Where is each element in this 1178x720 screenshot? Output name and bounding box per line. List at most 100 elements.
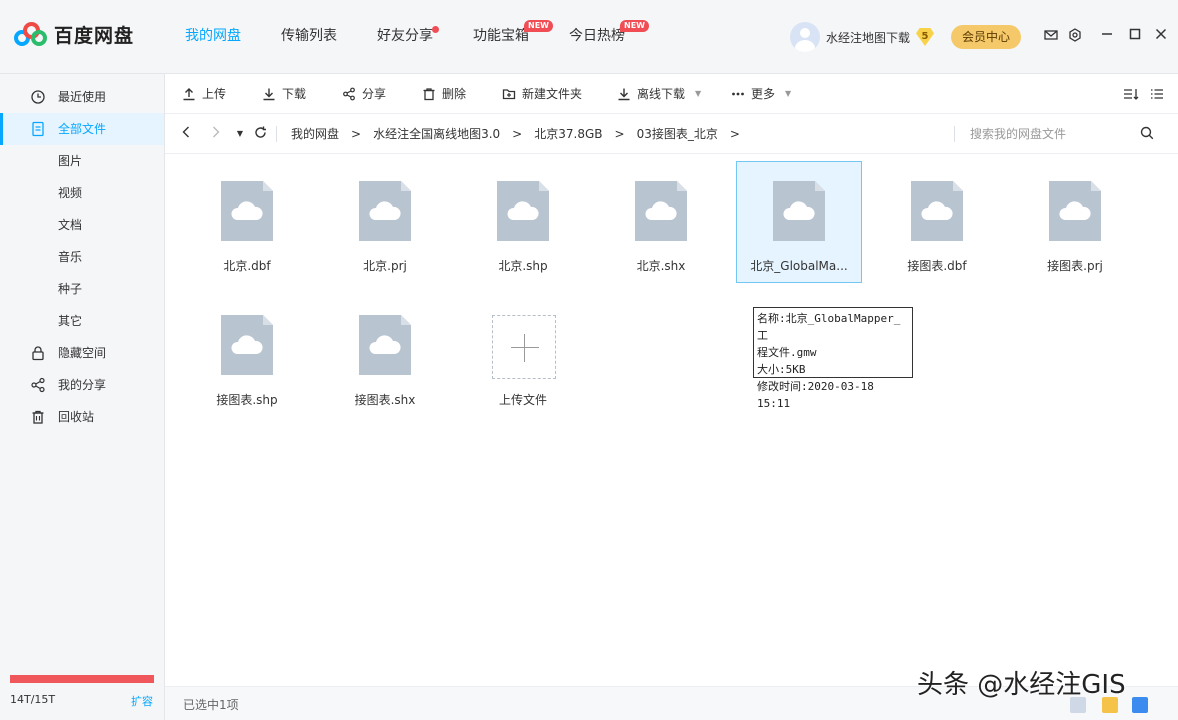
new-folder-icon (502, 89, 516, 100)
nav-transfer-list[interactable]: 传输列表 (281, 0, 337, 74)
sidebar-item-videos[interactable]: 视频 (0, 177, 164, 209)
download-button[interactable]: 下载 (262, 74, 306, 114)
sort-icon[interactable] (1123, 74, 1145, 114)
mail-icon[interactable] (1043, 28, 1059, 44)
plus-icon[interactable] (492, 315, 556, 379)
file-item[interactable]: 北京.shp (460, 161, 586, 283)
file-name: 北京.shx (636, 259, 686, 273)
sidebar-item-hidden-space[interactable]: 隐藏空间 (0, 337, 164, 369)
file-name: 接图表.shp (216, 393, 278, 407)
cloud-file-icon (359, 181, 411, 241)
tooltip-name-line-cont: 程文件.gmw (757, 346, 817, 359)
file-name: 接图表.shx (354, 393, 416, 407)
chevron-right-icon[interactable]: > (730, 114, 740, 154)
sidebar-item-others[interactable]: 其它 (0, 305, 164, 337)
app-logo: 百度网盘 (14, 20, 134, 48)
download-icon (263, 88, 275, 101)
forward-icon[interactable] (208, 126, 224, 142)
maximize-icon[interactable] (1127, 28, 1143, 44)
file-item[interactable]: 接图表.dbf (874, 161, 1000, 283)
sidebar-item-recycle-bin[interactable]: 回收站 (0, 401, 164, 433)
file-name: 接图表.prj (1047, 259, 1103, 273)
sidebar: 最近使用 全部文件 图片 视频 文档 音乐 种子 其它 隐藏空间 我的分享 回收… (0, 74, 165, 720)
storage-usage-text: 14T/15T (10, 693, 56, 706)
file-name: 接图表.dbf (907, 259, 967, 273)
cloud-file-icon (359, 315, 411, 375)
breadcrumb-item[interactable]: 03接图表_北京 (637, 114, 718, 154)
cloud-file-icon (1049, 181, 1101, 241)
chevron-right-icon: > (351, 127, 362, 141)
sidebar-item-my-shares[interactable]: 我的分享 (0, 369, 164, 401)
offline-download-button[interactable]: 离线下载 ▼ (617, 74, 701, 114)
breadcrumb-item[interactable]: 水经注全国离线地图3.0 (373, 114, 500, 154)
more-dots-icon (732, 92, 744, 96)
tooltip-size-line: 大小:5KB (757, 363, 806, 376)
new-folder-button[interactable]: 新建文件夹 (502, 74, 582, 114)
upload-file-tile[interactable]: 上传文件 (460, 295, 586, 417)
lock-tray-icon[interactable] (1132, 697, 1148, 713)
username: 水经注地图下载 (826, 30, 911, 45)
baidu-netdisk-logo-icon (14, 20, 48, 48)
file-item-selected[interactable]: 北京_GlobalMa... (736, 161, 862, 283)
back-icon[interactable] (178, 126, 194, 142)
file-item[interactable]: 北京.dbf (184, 161, 310, 283)
avatar[interactable] (790, 22, 820, 52)
cloud-file-icon (221, 315, 273, 375)
trash-icon (423, 88, 435, 101)
grid-app-icon[interactable] (1070, 697, 1086, 713)
file-item[interactable]: 北京.shx (598, 161, 724, 283)
sidebar-item-documents[interactable]: 文档 (0, 209, 164, 241)
file-tooltip: 名称:北京_GlobalMapper_工 程文件.gmw 大小:5KB 修改时间… (753, 307, 913, 410)
share-icon (343, 87, 355, 101)
search-icon[interactable] (1140, 126, 1156, 142)
dropdown-caret-icon[interactable]: ▼ (785, 74, 791, 114)
nav-friend-share[interactable]: 好友分享 (377, 0, 439, 74)
breadcrumb-item[interactable]: 北京37.8GB (534, 114, 602, 154)
file-name: 北京.dbf (223, 259, 271, 273)
vip-level-badge: 5 (916, 28, 935, 46)
file-item[interactable]: 接图表.shx (322, 295, 448, 417)
user-profile[interactable]: 水经注地图下载 5 (790, 22, 935, 52)
expand-storage-link[interactable]: 扩容 (131, 693, 153, 709)
storage-usage-bar (10, 675, 154, 683)
sidebar-item-images[interactable]: 图片 (0, 145, 164, 177)
file-item[interactable]: 接图表.prj (1012, 161, 1138, 283)
file-item[interactable]: 北京.prj (322, 161, 448, 283)
dropdown-caret-icon[interactable]: ▼ (695, 74, 701, 114)
chevron-right-icon: > (512, 127, 523, 141)
share-button[interactable]: 分享 (342, 74, 386, 114)
file-item[interactable]: 接图表.shp (184, 295, 310, 417)
upload-tray-icon[interactable] (1102, 697, 1118, 713)
nav-hot-list[interactable]: 今日热榜 NEW (569, 0, 649, 74)
breadcrumb-item[interactable]: 我的网盘 (291, 114, 339, 154)
share-icon (31, 377, 45, 393)
upload-button[interactable]: 上传 (182, 74, 226, 114)
more-button[interactable]: 更多 ▼ (731, 74, 791, 114)
cloud-file-icon (221, 181, 273, 241)
sidebar-item-music[interactable]: 音乐 (0, 241, 164, 273)
cloud-file-icon (773, 181, 825, 241)
sidebar-item-all-files[interactable]: 全部文件 (0, 113, 164, 145)
nav-toolbox[interactable]: 功能宝箱 NEW (473, 0, 553, 74)
list-view-icon[interactable] (1150, 74, 1170, 114)
sidebar-item-torrents[interactable]: 种子 (0, 273, 164, 305)
minimize-icon[interactable] (1099, 28, 1115, 44)
nav-my-netdisk[interactable]: 我的网盘 (185, 0, 241, 74)
vip-center-button[interactable]: 会员中心 (951, 25, 1021, 49)
upload-icon (183, 88, 195, 101)
file-toolbar: 上传 下载 分享 删除 新建文件夹 离线下载 ▼ 更多 ▼ (165, 74, 1178, 114)
settings-icon[interactable] (1067, 28, 1083, 44)
history-dropdown-icon[interactable]: ▼ (232, 126, 248, 142)
offline-download-icon (618, 88, 630, 101)
tooltip-name-line: 名称:北京_GlobalMapper_工 (757, 312, 901, 342)
new-badge: NEW (620, 20, 649, 32)
divider (954, 126, 955, 142)
search-input[interactable] (970, 124, 1130, 144)
close-icon[interactable] (1153, 28, 1169, 44)
delete-button[interactable]: 删除 (422, 74, 466, 114)
refresh-icon[interactable] (252, 126, 268, 142)
sidebar-item-recent[interactable]: 最近使用 (0, 81, 164, 113)
document-icon (32, 121, 44, 137)
chevron-right-icon: > (614, 127, 625, 141)
main-nav: 我的网盘 传输列表 好友分享 功能宝箱 NEW 今日热榜 NEW (185, 0, 665, 74)
